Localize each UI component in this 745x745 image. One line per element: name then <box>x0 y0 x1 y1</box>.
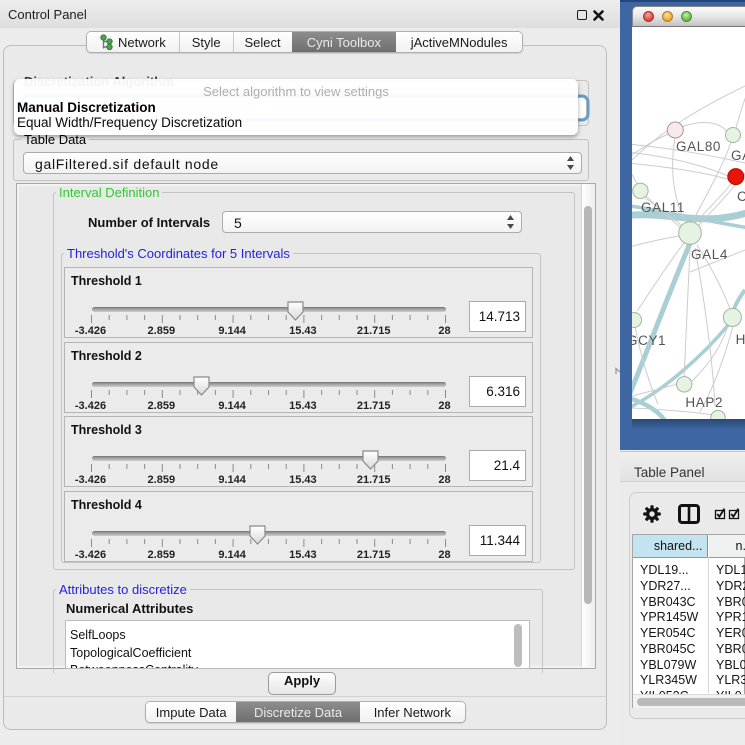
svg-text:GAL11: GAL11 <box>641 200 685 215</box>
svg-text:HAP2: HAP2 <box>685 395 723 410</box>
svg-text:C: C <box>737 189 745 204</box>
svg-text:GAL4: GAL4 <box>691 247 728 262</box>
svg-text:GCY1: GCY1 <box>632 333 666 348</box>
svg-text:H: H <box>736 332 745 347</box>
svg-text:GAL80: GAL80 <box>676 139 721 154</box>
svg-text:GA: GA <box>731 148 745 163</box>
